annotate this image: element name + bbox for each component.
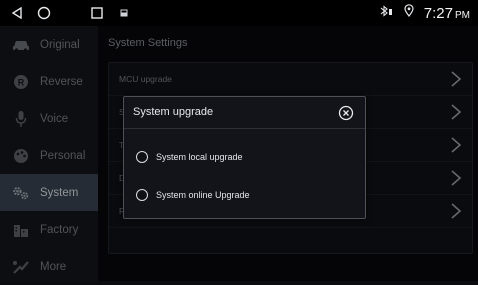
option-label: System local upgrade <box>156 152 243 162</box>
status-bar: 7:27 PM <box>0 0 478 26</box>
dialog-divider <box>124 128 365 129</box>
home-icon[interactable] <box>31 0 57 26</box>
location-icon <box>404 4 414 22</box>
notification-icon <box>111 0 137 26</box>
option-online-upgrade[interactable]: System online Upgrade <box>136 184 356 206</box>
radio-button[interactable] <box>136 189 148 201</box>
status-indicators: 7:27 PM <box>378 0 470 26</box>
option-local-upgrade[interactable]: System local upgrade <box>136 146 356 168</box>
close-icon[interactable] <box>338 105 354 121</box>
recents-icon[interactable] <box>84 0 110 26</box>
option-label: System online Upgrade <box>156 190 250 200</box>
clock-ampm: PM <box>455 9 470 21</box>
back-icon[interactable] <box>4 0 30 26</box>
clock: 7:27 PM <box>424 5 470 22</box>
dialog-title: System upgrade <box>133 106 214 118</box>
radio-button[interactable] <box>136 151 148 163</box>
bluetooth-icon <box>378 4 394 22</box>
clock-time: 7:27 <box>423 4 453 22</box>
system-upgrade-dialog: System upgrade System local upgrade Syst… <box>123 96 366 219</box>
